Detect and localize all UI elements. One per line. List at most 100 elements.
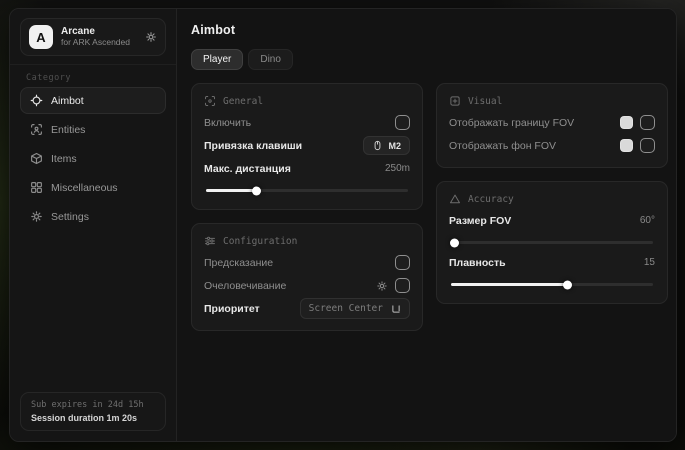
right-column: Visual Отображать границу FOV Отображать… (436, 83, 668, 331)
humanize-settings-gear-icon[interactable] (376, 280, 388, 292)
enable-checkbox[interactable] (395, 115, 410, 130)
priority-dropdown[interactable]: Screen Center (300, 298, 410, 319)
enable-row: Включить (204, 111, 410, 134)
keybind-row: Привязка клавиши M2 (204, 134, 410, 157)
brand-title: Arcane (61, 26, 137, 38)
smoothness-row: Плавность 15 (449, 251, 655, 274)
cheat-window: A Arcane for ARK Ascended Category (9, 8, 677, 442)
main-panel: Aimbot Player Dino (177, 9, 676, 441)
sidebar: A Arcane for ARK Ascended Category (10, 9, 177, 441)
accuracy-card-header: Accuracy (449, 193, 655, 205)
smoothness-slider[interactable] (451, 283, 653, 286)
prediction-row: Предсказание (204, 251, 410, 274)
sidebar-divider (10, 64, 176, 65)
fov-size-value: 60° (640, 215, 655, 226)
scan-target-icon (204, 95, 216, 107)
frame-plus-icon (449, 95, 461, 107)
brand-logo: A (29, 25, 53, 49)
slider-thumb[interactable] (450, 238, 459, 247)
sliders-icon (204, 235, 216, 247)
brand-card: A Arcane for ARK Ascended (20, 18, 166, 56)
tab-player[interactable]: Player (191, 49, 243, 70)
accuracy-card-title: Accuracy (468, 194, 514, 205)
general-card: General Включить Привязка клавиши (191, 83, 423, 210)
keybind-label: Привязка клавиши (204, 140, 302, 152)
slider-thumb[interactable] (252, 186, 261, 195)
prediction-label: Предсказание (204, 257, 273, 269)
crosshair-icon (30, 94, 43, 107)
max-distance-row: Макс. дистанция 250m (204, 157, 410, 180)
dropdown-icon (391, 304, 401, 314)
category-label: Category (26, 73, 176, 83)
fov-background-color-swatch[interactable] (620, 139, 633, 152)
sidebar-item-label: Miscellaneous (51, 182, 118, 194)
configuration-card-header: Configuration (204, 235, 410, 247)
max-distance-slider[interactable] (206, 189, 408, 192)
priority-row: Приоритет Screen Center (204, 297, 410, 320)
humanize-row: Очеловечивание (204, 274, 410, 297)
gear-icon (30, 210, 43, 223)
triangle-icon (449, 193, 461, 205)
fov-size-row: Размер FOV 60° (449, 209, 655, 232)
visual-card-title: Visual (468, 96, 502, 107)
subscription-status: Sub expires in 24d 15h Session duration … (20, 392, 166, 431)
cards-grid: General Включить Привязка клавиши (191, 83, 676, 331)
sidebar-item-label: Settings (51, 211, 89, 223)
slider-fill (451, 283, 568, 286)
configuration-card: Configuration Предсказание Очеловечивани… (191, 223, 423, 331)
fov-size-slider[interactable] (451, 241, 653, 244)
keybind-button[interactable]: M2 (363, 136, 410, 155)
general-card-header: General (204, 95, 410, 107)
sidebar-item-aimbot[interactable]: Aimbot (20, 87, 166, 114)
max-distance-label: Макс. дистанция (204, 163, 291, 175)
fov-background-checkbox[interactable] (640, 138, 655, 153)
priority-value: Screen Center (309, 303, 383, 314)
fov-size-label: Размер FOV (449, 215, 511, 227)
tab-dino[interactable]: Dino (248, 49, 293, 70)
configuration-card-title: Configuration (223, 236, 297, 247)
slider-fill (206, 189, 257, 192)
humanize-checkbox[interactable] (395, 278, 410, 293)
priority-label: Приоритет (204, 303, 260, 315)
sidebar-nav: Aimbot Entities (10, 87, 176, 230)
sidebar-item-label: Aimbot (51, 95, 84, 107)
brand-subtitle: for ARK Ascended (61, 38, 137, 48)
humanize-label: Очеловечивание (204, 280, 286, 292)
prediction-checkbox[interactable] (395, 255, 410, 270)
slider-thumb[interactable] (563, 280, 572, 289)
left-column: General Включить Привязка клавиши (191, 83, 423, 331)
session-duration-text: Session duration 1m 20s (31, 413, 155, 423)
general-card-title: General (223, 96, 263, 107)
sidebar-item-label: Items (51, 153, 77, 165)
fov-border-row: Отображать границу FOV (449, 111, 655, 134)
enable-label: Включить (204, 117, 251, 129)
fov-background-label: Отображать фон FOV (449, 140, 556, 152)
sidebar-item-label: Entities (51, 124, 85, 136)
sub-expires-text: Sub expires in 24d 15h (31, 400, 155, 410)
keybind-value: M2 (388, 141, 401, 151)
page-title: Aimbot (191, 23, 676, 37)
brand-text: Arcane for ARK Ascended (61, 26, 137, 48)
box-icon (30, 152, 43, 165)
accuracy-card: Accuracy Размер FOV 60° Плавность (436, 181, 668, 304)
smoothness-value: 15 (644, 257, 655, 268)
game-background: A Arcane for ARK Ascended Category (0, 0, 685, 450)
visual-card-header: Visual (449, 95, 655, 107)
smoothness-label: Плавность (449, 257, 506, 269)
fov-border-color-swatch[interactable] (620, 116, 633, 129)
grid-icon (30, 181, 43, 194)
scan-person-icon (30, 123, 43, 136)
mouse-icon (372, 140, 383, 151)
fov-border-label: Отображать границу FOV (449, 117, 574, 129)
fov-background-row: Отображать фон FOV (449, 134, 655, 157)
sidebar-item-entities[interactable]: Entities (20, 116, 166, 143)
slider-fill (451, 241, 455, 244)
max-distance-value: 250m (385, 163, 410, 174)
sidebar-item-items[interactable]: Items (20, 145, 166, 172)
sidebar-item-miscellaneous[interactable]: Miscellaneous (20, 174, 166, 201)
gear-icon[interactable] (145, 31, 157, 43)
fov-border-checkbox[interactable] (640, 115, 655, 130)
sidebar-item-settings[interactable]: Settings (20, 203, 166, 230)
visual-card: Visual Отображать границу FOV Отображать… (436, 83, 668, 168)
tab-bar: Player Dino (191, 49, 676, 70)
